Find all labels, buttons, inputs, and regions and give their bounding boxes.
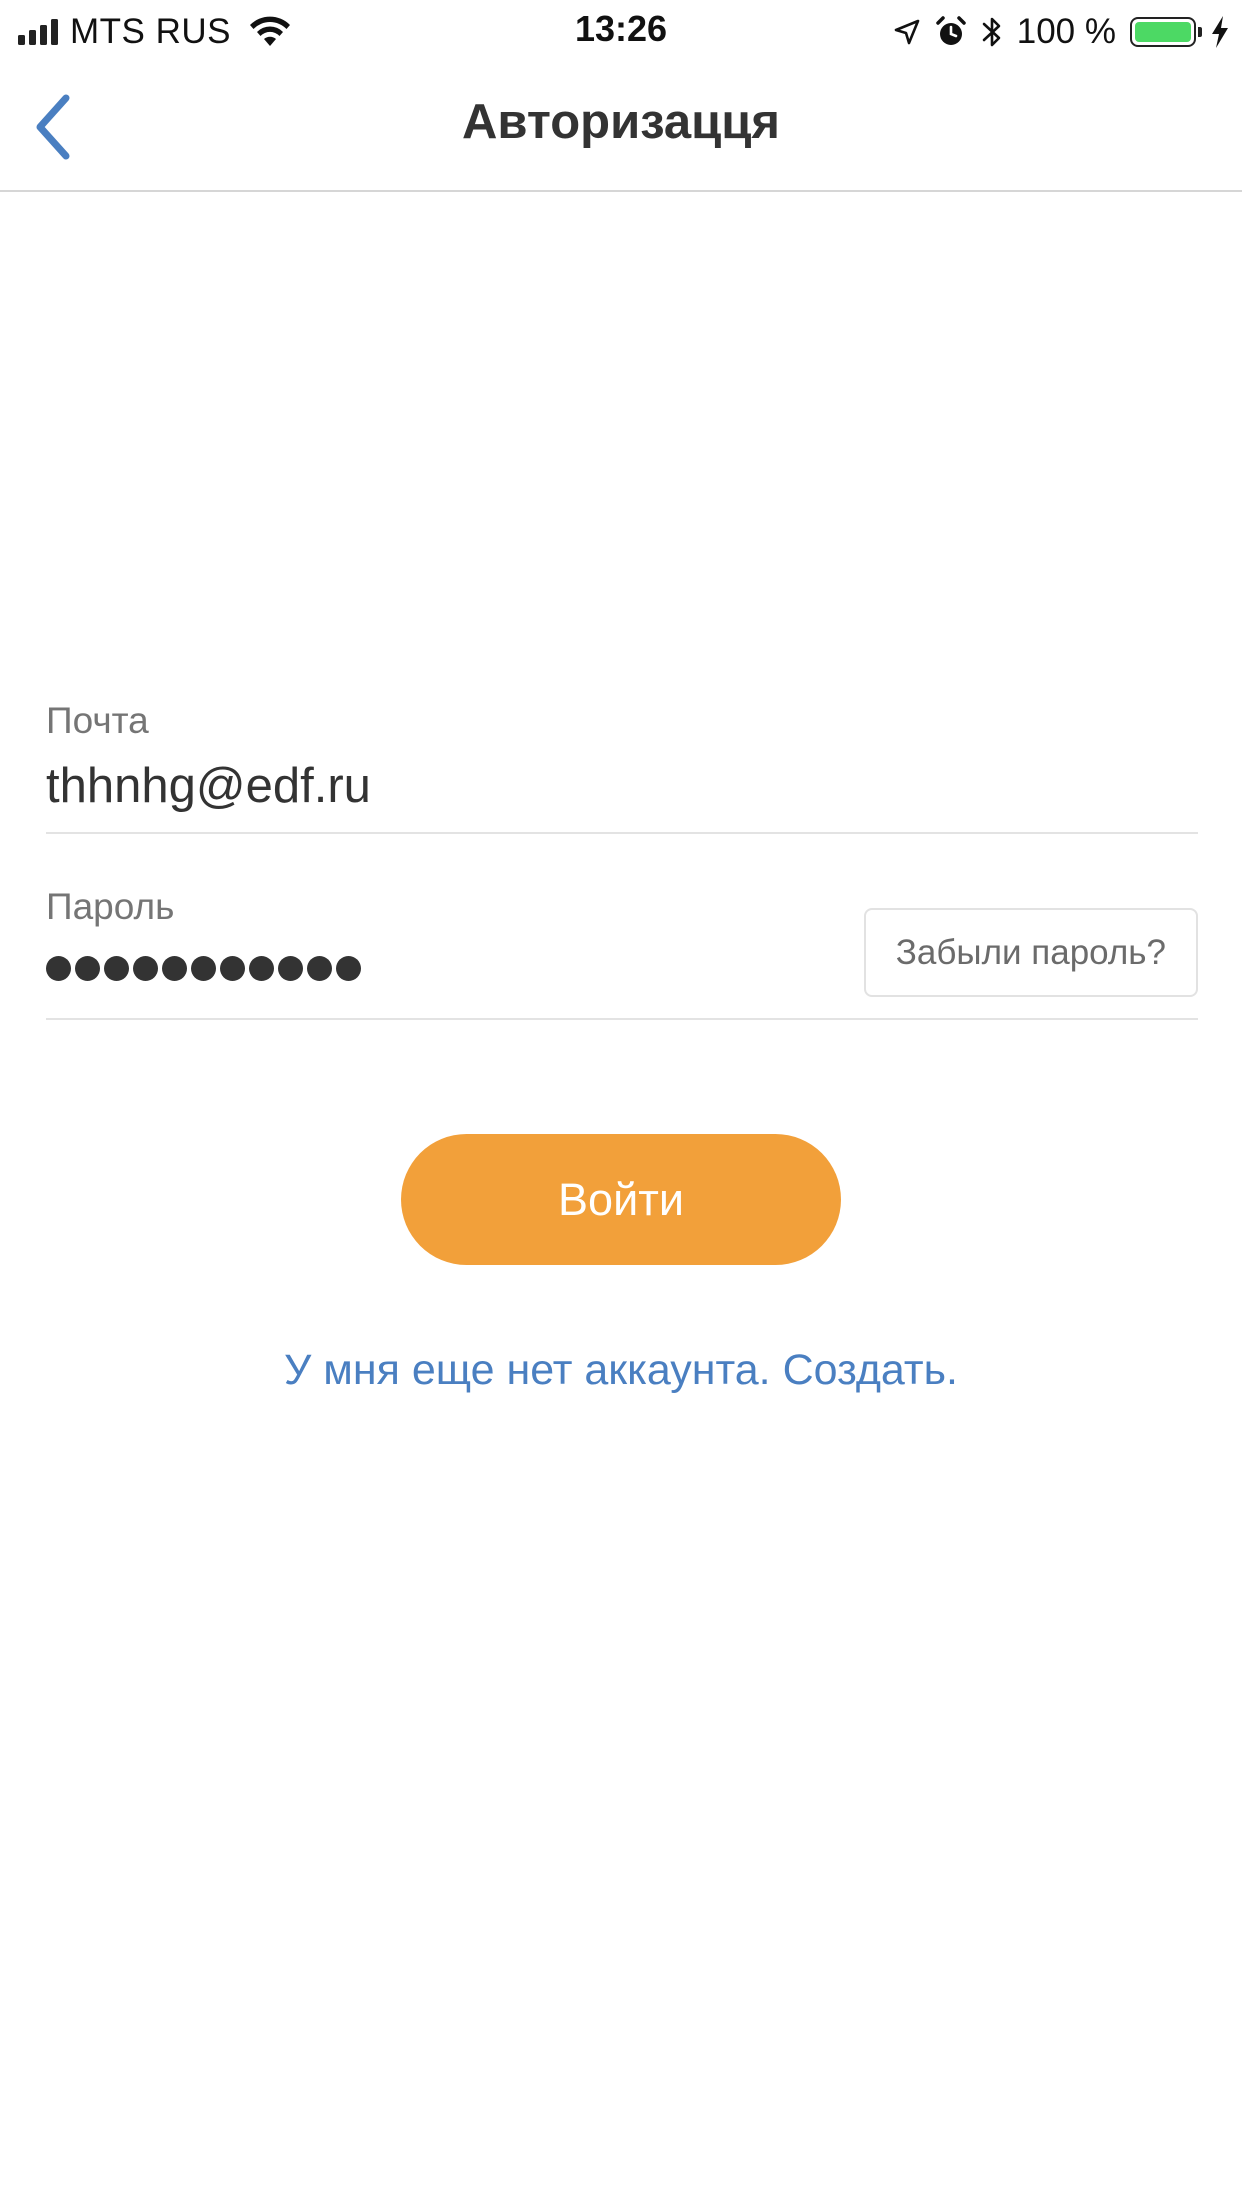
password-dot [104,956,129,981]
password-dot [46,956,71,981]
password-field[interactable]: Пароль Забыли пароль? [46,886,1198,1020]
charging-bolt-icon [1212,16,1228,48]
battery-fill [1135,22,1191,42]
create-account-link[interactable]: У мня еще нет аккаунта. Создать. [0,1346,1242,1395]
password-dot [75,956,100,981]
login-button[interactable]: Войти [401,1134,841,1265]
password-dot [336,956,361,981]
password-dot [307,956,332,981]
password-dot [133,956,158,981]
battery-percent: 100 % [1016,12,1116,51]
password-dot [249,956,274,981]
password-input[interactable] [46,956,361,981]
password-dot [162,956,187,981]
navigation-bar: Авторизацця [0,64,1242,192]
location-arrow-icon [894,19,920,45]
email-label: Почта [46,700,149,741]
email-field[interactable]: Почта [46,700,1198,834]
password-dot [278,956,303,981]
bluetooth-icon [982,17,1001,47]
email-input[interactable] [46,758,846,814]
password-label: Пароль [46,886,175,927]
password-dot [220,956,245,981]
status-bar: MTS RUS 13:26 100 % [0,0,1242,64]
alarm-icon [936,16,966,45]
forgot-password-button[interactable]: Забыли пароль? [863,908,1198,997]
status-bar-right: 100 % [893,10,1230,54]
page-title: Авторизацця [462,95,780,149]
password-dot [191,956,216,981]
battery-icon [1130,17,1202,47]
